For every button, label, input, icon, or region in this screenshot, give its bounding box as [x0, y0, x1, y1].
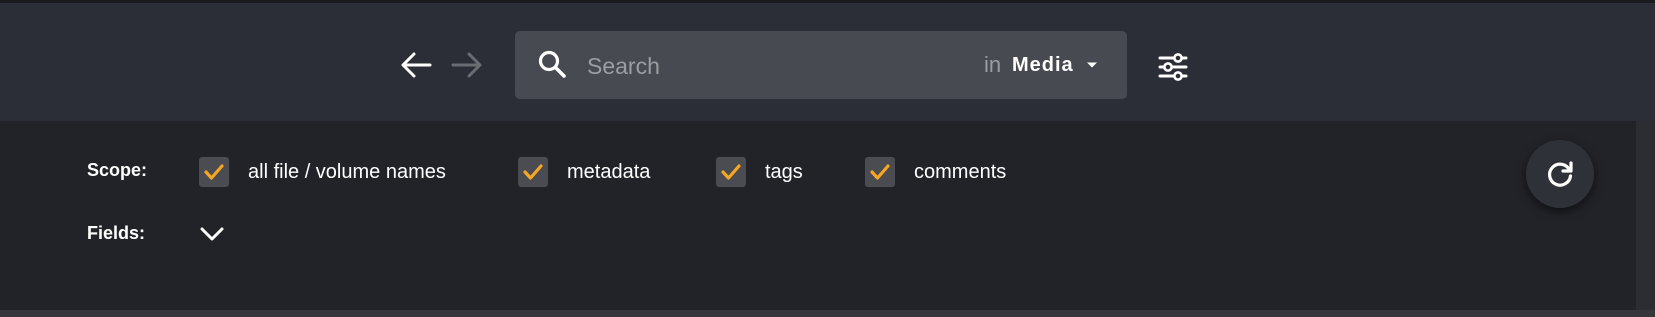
- scope-option-label[interactable]: all file / volume names: [248, 161, 446, 184]
- scope-checkbox-tags[interactable]: [716, 157, 746, 187]
- check-icon: [523, 164, 543, 180]
- scope-checkbox-file-names[interactable]: [199, 157, 229, 187]
- scope-checkbox-comments[interactable]: [865, 157, 895, 187]
- check-icon: [204, 164, 224, 180]
- arrow-left-icon: [401, 52, 432, 78]
- search-input[interactable]: [585, 48, 889, 84]
- scope-option-label[interactable]: comments: [914, 161, 1006, 184]
- check-icon: [721, 164, 741, 180]
- chevron-down-icon: [200, 227, 224, 241]
- search-in-label: in: [984, 52, 1002, 77]
- scope-checkbox-metadata[interactable]: [518, 157, 548, 187]
- scope-label: Scope:: [87, 160, 148, 180]
- forward-button[interactable]: [447, 45, 487, 85]
- scope-option-label[interactable]: metadata: [567, 161, 650, 184]
- sliders-icon: [1158, 53, 1188, 81]
- fields-label: Fields:: [87, 223, 146, 243]
- refresh-button[interactable]: [1526, 140, 1594, 208]
- search-icon: [538, 50, 566, 78]
- arrow-right-icon: [451, 52, 482, 78]
- back-button[interactable]: [396, 45, 436, 85]
- scope-option-label[interactable]: tags: [765, 161, 803, 184]
- search-options-button[interactable]: [1153, 47, 1193, 87]
- check-icon: [870, 164, 890, 180]
- search-toolbar: in Media: [0, 3, 1655, 121]
- search-box: in Media: [515, 31, 1127, 99]
- panel-bottom-edge: [0, 310, 1655, 317]
- refresh-icon: [1548, 161, 1573, 187]
- search-scope-value: Media: [1012, 53, 1074, 76]
- caret-down-icon: [1086, 62, 1097, 68]
- search-options-panel: [0, 121, 1636, 310]
- scrollbar-track[interactable]: [1636, 121, 1655, 317]
- search-scope-dropdown[interactable]: Media: [1012, 48, 1098, 82]
- fields-expand-button[interactable]: [197, 219, 227, 249]
